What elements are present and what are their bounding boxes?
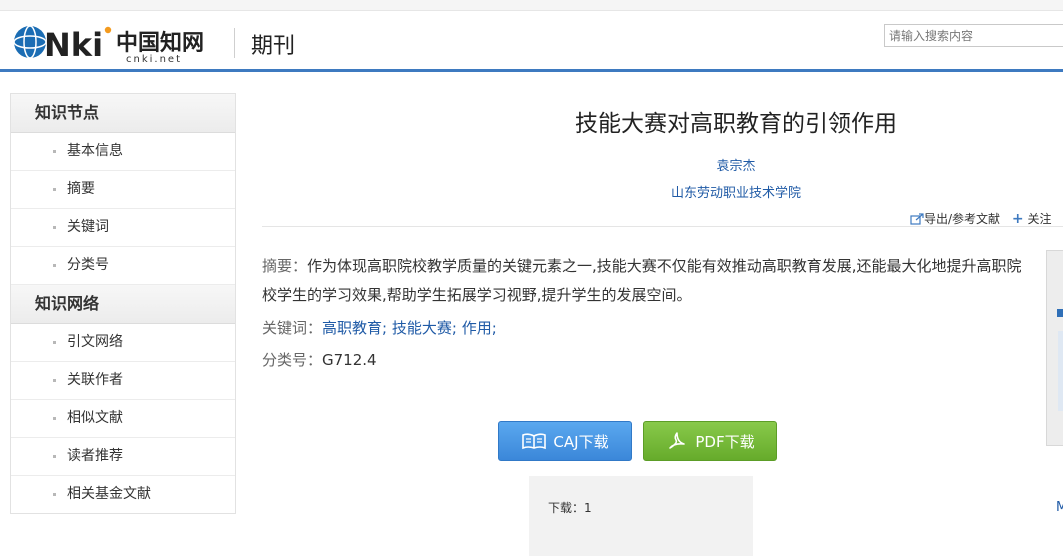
abstract-text: 作为体现高职院校教学质量的关键元素之一,技能大赛不仅能有效推动高职教育发展,还能… [262,257,1022,304]
export-label: 导出/参考文献 [924,212,1001,226]
abstract-section: 摘要：作为体现高职院校教学质量的关键元素之一,技能大赛不仅能有效推动高职教育发展… [262,252,1032,310]
sidebar-item-label: 相关基金文献 [67,486,151,502]
sidebar-item-reader-recommendations[interactable]: 读者推荐 [11,438,235,476]
sidebar-item-related-fund-literature[interactable]: 相关基金文献 [11,476,235,513]
classification-value: G712.4 [322,351,377,369]
svg-text:Nki: Nki [44,26,103,64]
sidebar-item-label: 读者推荐 [67,448,123,464]
sidebar-item-label: 关键词 [67,219,109,235]
sidebar-item-similar-literature[interactable]: 相似文献 [11,400,235,438]
right-edge-link[interactable]: M [1056,500,1063,515]
article-tools: 导出/参考文献 + 关注 [910,210,1051,227]
sidebar: 知识节点 基本信息 摘要 关键词 分类号 知识网络 引文网络 关联作者 相似文献… [10,93,236,514]
bullet-icon [53,379,56,382]
logo-subtext: cnki.net [126,54,182,64]
sidebar-item-keywords[interactable]: 关键词 [11,209,235,247]
journal-cover-thumbnail[interactable] [1046,250,1063,446]
logo-separator [234,28,235,58]
follow-button[interactable]: + 关注 [1004,211,1052,227]
content-divider [262,226,1063,227]
article-title: 技能大赛对高职教育的引领作用 [575,111,897,137]
organization-link[interactable]: 山东劳动职业技术学院 [262,182,1063,201]
bullet-icon [53,417,56,420]
bullet-icon [53,493,56,496]
export-button[interactable]: 导出/参考文献 [910,212,1004,226]
sidebar-item-abstract[interactable]: 摘要 [11,171,235,209]
search-input[interactable] [884,24,1063,47]
bullet-icon [53,264,56,267]
bullet-icon [53,188,56,191]
sidebar-item-label: 引文网络 [67,334,123,350]
pdf-download-label: PDF下载 [695,432,755,451]
top-strip [0,0,1063,11]
keyword-link[interactable]: 技能大赛; [392,319,457,337]
sidebar-item-label: 基本信息 [67,143,123,159]
svg-text:中国知网: 中国知网 [116,30,204,56]
abstract-label: 摘要： [262,257,308,275]
bullet-icon [53,226,56,229]
keywords-row: 关键词：高职教育; 技能大赛; 作用; [262,317,497,338]
keywords-label: 关键词： [262,319,323,337]
plus-icon: + [1011,211,1024,227]
bullet-icon [53,150,56,153]
pdf-icon [669,432,686,449]
keyword-link[interactable]: 作用; [462,319,497,337]
download-count-label: 下载： [548,501,585,515]
sidebar-group-knowledge-network: 知识网络 [11,285,235,324]
classification-label: 分类号： [262,351,323,369]
sidebar-group-knowledge-nodes: 知识节点 [11,94,235,133]
sidebar-item-label: 摘要 [67,181,95,197]
sidebar-item-related-authors[interactable]: 关联作者 [11,362,235,400]
sidebar-item-label: 相似文献 [67,410,123,426]
sidebar-item-label: 分类号 [67,257,109,273]
author-link[interactable]: 袁宗杰 [262,155,1063,174]
header-accent-line [0,69,1063,72]
cnki-logo[interactable]: Nki 中国知网 cnki.net [12,20,220,64]
section-title: 期刊 [251,34,296,59]
caj-download-label: CAJ下载 [553,432,609,451]
sidebar-item-citation-network[interactable]: 引文网络 [11,324,235,362]
book-icon [522,433,547,450]
thumbnail-accent [1057,309,1063,317]
pdf-download-button[interactable]: PDF下载 [643,421,777,461]
bullet-icon [53,341,56,344]
download-stats-box: 下载：1 [529,476,753,556]
sidebar-item-label: 关联作者 [67,372,123,388]
thumbnail-panel [1058,331,1063,411]
export-icon [910,213,924,225]
follow-label: 关注 [1027,212,1052,226]
keyword-link[interactable]: 高职教育; [322,319,387,337]
download-count: 下载：1 [548,499,592,516]
download-count-value: 1 [584,501,592,515]
bullet-icon [53,455,56,458]
caj-download-button[interactable]: CAJ下载 [498,421,632,461]
sidebar-item-classification[interactable]: 分类号 [11,247,235,285]
classification-row: 分类号：G712.4 [262,349,377,370]
sidebar-item-basic-info[interactable]: 基本信息 [11,133,235,171]
